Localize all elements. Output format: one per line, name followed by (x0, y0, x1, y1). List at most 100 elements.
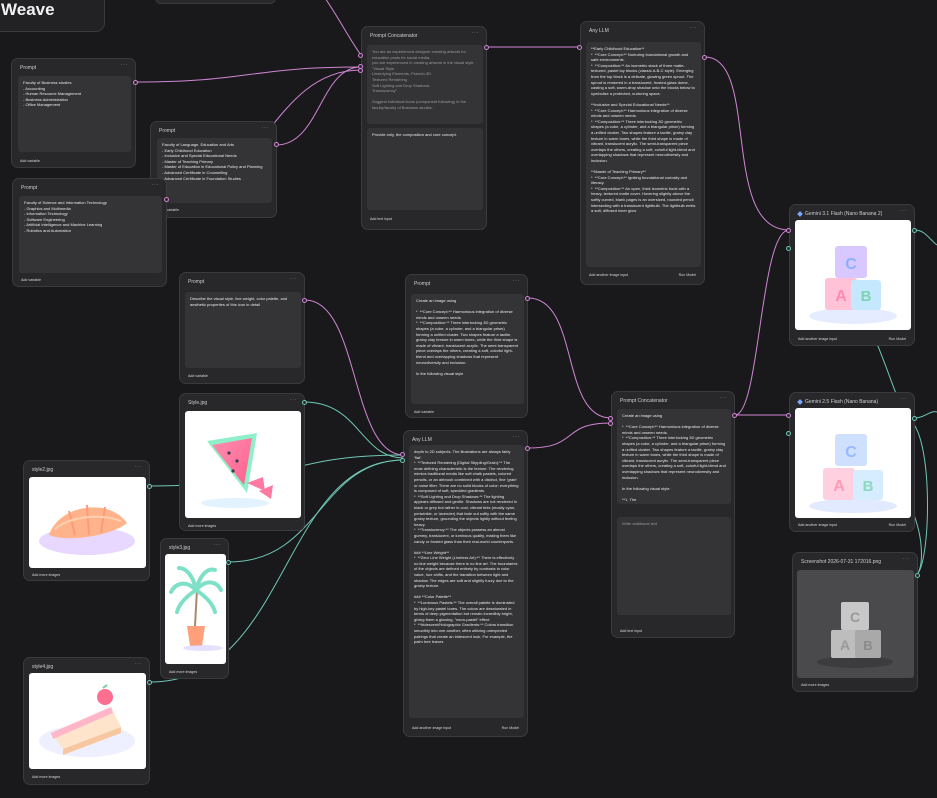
run-model-button[interactable]: Run Model (889, 523, 906, 527)
add-more-images-button[interactable]: Add more images (32, 573, 60, 577)
run-model-button[interactable]: Run Model (679, 273, 696, 277)
more-options-icon[interactable]: ··· (135, 661, 143, 667)
output-port[interactable] (274, 142, 279, 147)
wire (304, 299, 405, 456)
concat-extra-text[interactable]: Provide only, the composition and core c… (367, 128, 483, 210)
add-variable-button[interactable]: Add variable (414, 410, 434, 414)
more-options-icon[interactable]: ··· (513, 278, 521, 284)
output-port[interactable] (915, 573, 920, 578)
llm-node[interactable]: Any LLM ··· **Early Childhood Education*… (580, 21, 705, 285)
prompt-node[interactable]: Prompt ··· Describe the visual style, li… (179, 272, 305, 384)
input-port[interactable] (577, 45, 582, 50)
output-port[interactable] (484, 45, 489, 50)
llm-output-text[interactable]: **Early Childhood Education** * **Core C… (586, 42, 701, 267)
svg-text:C: C (850, 609, 860, 625)
add-image-input-button[interactable]: Add another image input (798, 523, 837, 527)
input-port[interactable] (786, 413, 791, 418)
add-variable-button[interactable]: Add variable (21, 278, 41, 282)
prompt-node[interactable]: Prompt ··· Faculty of Language, Educatio… (150, 121, 277, 218)
additional-text-input[interactable]: Write additional text (617, 517, 731, 615)
output-port[interactable] (525, 296, 530, 301)
output-port[interactable] (164, 197, 169, 202)
input-port[interactable] (786, 431, 791, 436)
more-options-icon[interactable]: ··· (690, 25, 698, 31)
svg-text:A: A (840, 637, 850, 653)
svg-text:B: B (863, 638, 872, 653)
input-port[interactable] (608, 421, 613, 426)
run-model-button[interactable]: Run Model (502, 726, 519, 730)
output-port[interactable] (912, 416, 917, 421)
add-image-input-button[interactable]: Add another image input (412, 726, 451, 730)
llm-output-text[interactable]: depth to 2D subjects. The illustrations … (409, 445, 524, 718)
prompt-concatenator-node[interactable]: Prompt Concatenator ··· You are an exper… (361, 26, 487, 230)
image-generation-node[interactable]: Gemini 3.1 Flash (Nano Banana 2) ··· C A… (789, 204, 915, 346)
more-options-icon[interactable]: ··· (900, 396, 908, 402)
more-options-icon[interactable]: ··· (152, 182, 160, 188)
prompt-node[interactable]: Prompt ··· Create an image using * **Cor… (405, 274, 528, 418)
more-options-icon[interactable]: ··· (472, 30, 480, 36)
more-options-icon[interactable]: ··· (135, 464, 143, 470)
add-variable-button[interactable]: Add variable (188, 374, 208, 378)
output-port[interactable] (147, 680, 152, 685)
add-image-input-button[interactable]: Add another image input (798, 337, 837, 341)
llm-node[interactable]: Any LLM ··· depth to 2D subjects. The il… (403, 430, 528, 737)
prompt-text[interactable]: Describe the visual style, line weight, … (185, 292, 301, 368)
output-port[interactable] (525, 446, 530, 451)
add-more-images-button[interactable]: Add more images (188, 524, 216, 528)
more-options-icon[interactable]: ··· (903, 556, 911, 562)
output-port[interactable] (912, 228, 917, 233)
output-port[interactable] (226, 560, 231, 565)
more-options-icon[interactable]: ··· (121, 62, 129, 68)
output-port[interactable] (702, 55, 707, 60)
prompt-text[interactable]: Faculty of Language, Education and Arts … (157, 138, 272, 203)
more-options-icon[interactable]: ··· (720, 395, 728, 401)
add-more-images-button[interactable]: Add more images (801, 683, 829, 687)
partial-node[interactable] (155, 0, 276, 4)
workflow-canvas[interactable]: Weave Prompt ··· Faculty of Business stu… (0, 0, 937, 798)
prompt-node[interactable]: Prompt ··· Faculty of Science and Inform… (12, 178, 167, 287)
more-options-icon[interactable]: ··· (262, 125, 270, 131)
image-node[interactable]: style2.jpg ··· Add more images (23, 460, 150, 581)
brand-panel: Weave (0, 0, 105, 32)
image-node[interactable]: Style.jpg ··· Add more images (179, 393, 305, 531)
input-port[interactable] (400, 458, 405, 463)
image-node[interactable]: style3.jpg ··· Add more images (160, 538, 229, 679)
abc-blocks-image: C A B (795, 220, 911, 330)
add-variable-button[interactable]: Add variable (20, 159, 40, 163)
prompt-node[interactable]: Prompt ··· Faculty of Business studies -… (11, 58, 136, 168)
output-port[interactable] (147, 484, 152, 489)
add-more-images-button[interactable]: Add more images (32, 775, 60, 779)
watermelon-image (185, 411, 301, 518)
node-title: Prompt (188, 279, 205, 285)
svg-text:C: C (845, 256, 857, 273)
prompt-concatenator-node[interactable]: Prompt Concatenator ··· Create an image … (611, 391, 735, 638)
input-port[interactable] (133, 80, 138, 85)
image-node[interactable]: style4.jpg ··· Add more images (23, 657, 150, 785)
more-options-icon[interactable]: ··· (900, 208, 908, 214)
input-port[interactable] (786, 228, 791, 233)
run-model-button[interactable]: Run Model (889, 337, 906, 341)
input-port[interactable] (400, 452, 405, 457)
input-port[interactable] (358, 53, 363, 58)
input-port[interactable] (358, 68, 363, 73)
output-port[interactable] (732, 413, 737, 418)
output-port[interactable] (302, 400, 307, 405)
more-options-icon[interactable]: ··· (513, 434, 521, 440)
prompt-text[interactable]: Create an image using * **Core Concept:*… (411, 294, 524, 404)
more-options-icon[interactable]: ··· (214, 542, 222, 548)
more-options-icon[interactable]: ··· (290, 276, 298, 282)
output-port[interactable] (302, 298, 307, 303)
prompt-text[interactable]: Faculty of Business studies - Accounting… (18, 76, 131, 152)
concat-input-text[interactable]: You are an experienced designer creating… (367, 45, 483, 124)
add-text-input-button[interactable]: Add text input (620, 629, 642, 633)
wire (704, 56, 790, 231)
add-image-input-button[interactable]: Add another image input (589, 273, 628, 277)
input-port[interactable] (786, 246, 791, 251)
add-text-input-button[interactable]: Add text input (370, 217, 392, 221)
more-options-icon[interactable]: ··· (290, 397, 298, 403)
add-more-images-button[interactable]: Add more images (169, 670, 197, 674)
image-generation-node[interactable]: Gemini 2.5 Flash (Nano Banana) ··· C A B… (789, 392, 915, 532)
image-node[interactable]: Screenshot 2026-07-31 172016.png ··· C A… (792, 552, 918, 692)
concat-input-text[interactable]: Create an image using * **Core Concept:*… (617, 409, 731, 504)
prompt-text[interactable]: Faculty of Science and Information Techn… (19, 196, 162, 273)
